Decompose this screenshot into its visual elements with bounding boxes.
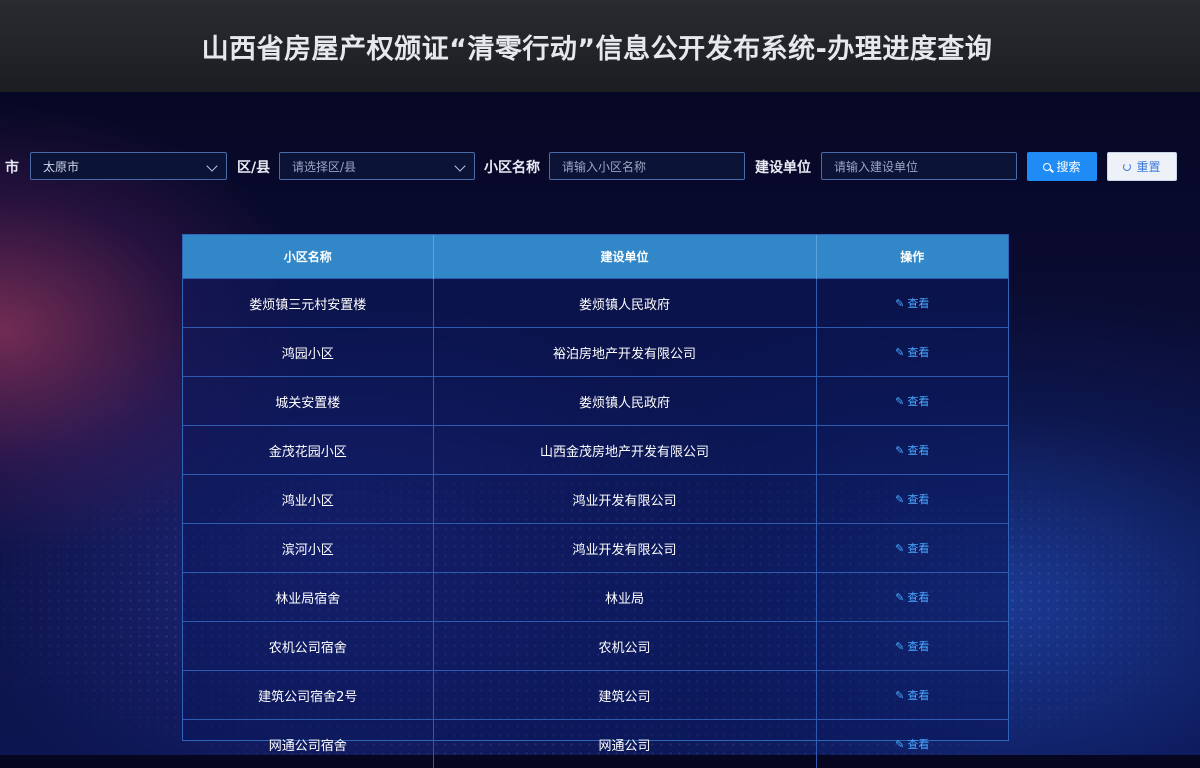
- cell-builder: 网通公司: [433, 720, 816, 768]
- district-select-placeholder: 请选择区/县: [292, 158, 356, 175]
- reset-button[interactable]: 重置: [1107, 152, 1177, 181]
- cell-builder: 鸿业开发有限公司: [433, 475, 816, 524]
- cell-action: ✎查看: [816, 573, 1008, 622]
- view-link[interactable]: ✎查看: [895, 736, 929, 752]
- view-link[interactable]: ✎查看: [895, 295, 929, 311]
- edit-pen-icon: ✎: [895, 493, 904, 506]
- community-input[interactable]: 请输入小区名称: [549, 152, 745, 180]
- cell-action: ✎查看: [816, 279, 1008, 328]
- view-link[interactable]: ✎查看: [895, 540, 929, 556]
- table-header-row: 小区名称 建设单位 操作: [183, 235, 1008, 279]
- page-title: 山西省房屋产权颁证“清零行动”信息公开发布系统-办理进度查询: [202, 27, 993, 66]
- cell-builder: 农机公司: [433, 622, 816, 671]
- view-link-label: 查看: [907, 589, 929, 605]
- filter-bar: 市 太原市 区/县 请选择区/县 小区名称 请输入小区名称 建设单位 请输入建设…: [0, 152, 1200, 182]
- view-link-label: 查看: [907, 638, 929, 654]
- view-link[interactable]: ✎查看: [895, 393, 929, 409]
- community-input-placeholder: 请输入小区名称: [562, 158, 646, 175]
- cell-builder: 山西金茂房地产开发有限公司: [433, 426, 816, 475]
- table-row: 农机公司宿舍农机公司 ✎查看: [183, 622, 1008, 671]
- view-link-label: 查看: [907, 736, 929, 752]
- refresh-icon: [1123, 163, 1131, 171]
- view-link-label: 查看: [907, 442, 929, 458]
- district-select[interactable]: 请选择区/县: [279, 152, 475, 180]
- table-row: 鸿园小区裕泊房地产开发有限公司 ✎查看: [183, 328, 1008, 377]
- edit-pen-icon: ✎: [895, 395, 904, 408]
- cell-action: ✎查看: [816, 426, 1008, 475]
- cell-action: ✎查看: [816, 524, 1008, 573]
- results-table: 小区名称 建设单位 操作 娄烦镇三元村安置楼娄烦镇人民政府✎查看鸿园小区裕泊房地…: [183, 235, 1008, 768]
- results-table-container: 小区名称 建设单位 操作 娄烦镇三元村安置楼娄烦镇人民政府✎查看鸿园小区裕泊房地…: [182, 234, 1009, 741]
- cell-community-name: 滨河小区: [183, 524, 433, 573]
- view-link[interactable]: ✎查看: [895, 687, 929, 703]
- cell-community-name: 建筑公司宿舍2号: [183, 671, 433, 720]
- cell-community-name: 娄烦镇三元村安置楼: [183, 279, 433, 328]
- view-link[interactable]: ✎查看: [895, 638, 929, 654]
- search-button[interactable]: 搜索: [1027, 152, 1097, 181]
- table-row: 城关安置楼娄烦镇人民政府 ✎查看: [183, 377, 1008, 426]
- view-link-label: 查看: [907, 687, 929, 703]
- view-link-label: 查看: [907, 344, 929, 360]
- table-row: 林业局宿舍林业局 ✎查看: [183, 573, 1008, 622]
- edit-pen-icon: ✎: [895, 444, 904, 457]
- cell-action: ✎查看: [816, 475, 1008, 524]
- cell-builder: 鸿业开发有限公司: [433, 524, 816, 573]
- search-button-label: 搜索: [1056, 158, 1080, 175]
- cell-community-name: 农机公司宿舍: [183, 622, 433, 671]
- column-header-action: 操作: [816, 235, 1008, 279]
- table-row: 网通公司宿舍网通公司 ✎查看: [183, 720, 1008, 768]
- cell-action: ✎查看: [816, 720, 1008, 768]
- view-link-label: 查看: [907, 393, 929, 409]
- edit-pen-icon: ✎: [895, 346, 904, 359]
- city-select-value: 太原市: [43, 158, 79, 175]
- cell-community-name: 林业局宿舍: [183, 573, 433, 622]
- column-header-community: 小区名称: [183, 235, 433, 279]
- cell-community-name: 网通公司宿舍: [183, 720, 433, 768]
- view-link-label: 查看: [907, 295, 929, 311]
- view-link[interactable]: ✎查看: [895, 589, 929, 605]
- edit-pen-icon: ✎: [895, 640, 904, 653]
- builder-input[interactable]: 请输入建设单位: [821, 152, 1017, 180]
- cell-action: ✎查看: [816, 328, 1008, 377]
- cell-builder: 娄烦镇人民政府: [433, 377, 816, 426]
- cell-builder: 裕泊房地产开发有限公司: [433, 328, 816, 377]
- search-icon: [1043, 163, 1051, 171]
- cell-action: ✎查看: [816, 377, 1008, 426]
- builder-input-placeholder: 请输入建设单位: [834, 158, 918, 175]
- edit-pen-icon: ✎: [895, 689, 904, 702]
- table-row: 鸿业小区鸿业开发有限公司 ✎查看: [183, 475, 1008, 524]
- chevron-down-icon: [454, 160, 465, 171]
- cell-action: ✎查看: [816, 671, 1008, 720]
- district-label: 区/县: [237, 157, 270, 177]
- cell-community-name: 鸿园小区: [183, 328, 433, 377]
- cell-community-name: 城关安置楼: [183, 377, 433, 426]
- city-label: 市: [5, 157, 19, 177]
- page-header: 山西省房屋产权颁证“清零行动”信息公开发布系统-办理进度查询: [0, 0, 1200, 92]
- cell-community-name: 鸿业小区: [183, 475, 433, 524]
- view-link[interactable]: ✎查看: [895, 491, 929, 507]
- edit-pen-icon: ✎: [895, 297, 904, 310]
- table-row: 滨河小区鸿业开发有限公司 ✎查看: [183, 524, 1008, 573]
- view-link[interactable]: ✎查看: [895, 442, 929, 458]
- cell-action: ✎查看: [816, 622, 1008, 671]
- column-header-builder: 建设单位: [433, 235, 816, 279]
- view-link-label: 查看: [907, 540, 929, 556]
- table-row: 娄烦镇三元村安置楼娄烦镇人民政府 ✎查看: [183, 279, 1008, 328]
- cell-builder: 建筑公司: [433, 671, 816, 720]
- cell-builder: 娄烦镇人民政府: [433, 279, 816, 328]
- builder-label: 建设单位: [755, 157, 811, 177]
- table-row: 建筑公司宿舍2号建筑公司 ✎查看: [183, 671, 1008, 720]
- edit-pen-icon: ✎: [895, 542, 904, 555]
- view-link[interactable]: ✎查看: [895, 344, 929, 360]
- community-label: 小区名称: [484, 157, 540, 177]
- chevron-down-icon: [206, 160, 217, 171]
- table-row: 金茂花园小区山西金茂房地产开发有限公司 ✎查看: [183, 426, 1008, 475]
- city-select[interactable]: 太原市: [30, 152, 227, 180]
- cell-community-name: 金茂花园小区: [183, 426, 433, 475]
- reset-button-label: 重置: [1136, 158, 1160, 175]
- edit-pen-icon: ✎: [895, 591, 904, 604]
- cell-builder: 林业局: [433, 573, 816, 622]
- view-link-label: 查看: [907, 491, 929, 507]
- edit-pen-icon: ✎: [895, 738, 904, 751]
